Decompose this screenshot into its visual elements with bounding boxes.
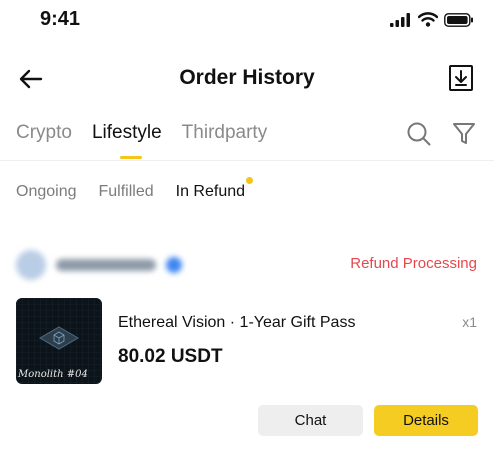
product-quantity: x1: [462, 314, 477, 330]
tab-lifestyle[interactable]: Lifestyle: [92, 122, 162, 159]
wifi-icon: [418, 12, 438, 27]
active-tab-indicator: [119, 156, 142, 159]
shop-avatar: [16, 250, 46, 280]
status-subtabs: Ongoing Fulfilled In Refund: [16, 177, 254, 201]
category-tabs: Crypto Lifestyle Thirdparty: [16, 122, 268, 159]
signal-icon: [390, 12, 410, 27]
subtab-in-refund[interactable]: In Refund: [176, 177, 254, 201]
subtab-ongoing[interactable]: Ongoing: [16, 183, 77, 201]
shop-name: [56, 259, 156, 271]
search-icon: [407, 122, 431, 146]
search-button[interactable]: [406, 121, 432, 152]
shop-header[interactable]: [16, 250, 182, 280]
filter-icon: [453, 123, 475, 144]
chat-button[interactable]: Chat: [258, 405, 363, 436]
notification-dot: [246, 177, 254, 184]
battery-icon: [444, 12, 473, 27]
download-icon: [449, 65, 473, 91]
product-price: 80.02 USDT: [118, 346, 223, 367]
details-button[interactable]: Details: [374, 405, 478, 436]
page-title: Order History: [179, 66, 315, 89]
order-status: Refund Processing: [350, 255, 477, 272]
download-button[interactable]: [448, 64, 476, 94]
subtab-fulfilled[interactable]: Fulfilled: [99, 183, 154, 201]
verified-icon: [166, 257, 182, 273]
product-thumbnail[interactable]: Monolith #04: [16, 298, 102, 384]
status-icons: [390, 12, 474, 27]
status-time: 9:41: [40, 8, 81, 30]
divider: [0, 160, 494, 161]
thumbnail-caption: Monolith #04: [18, 369, 88, 380]
product-name[interactable]: Ethereal Vision · 1-Year Gift Pass: [118, 314, 355, 332]
filter-button[interactable]: [452, 121, 476, 152]
tab-crypto[interactable]: Crypto: [16, 122, 72, 144]
tab-thirdparty[interactable]: Thirdparty: [182, 122, 268, 144]
